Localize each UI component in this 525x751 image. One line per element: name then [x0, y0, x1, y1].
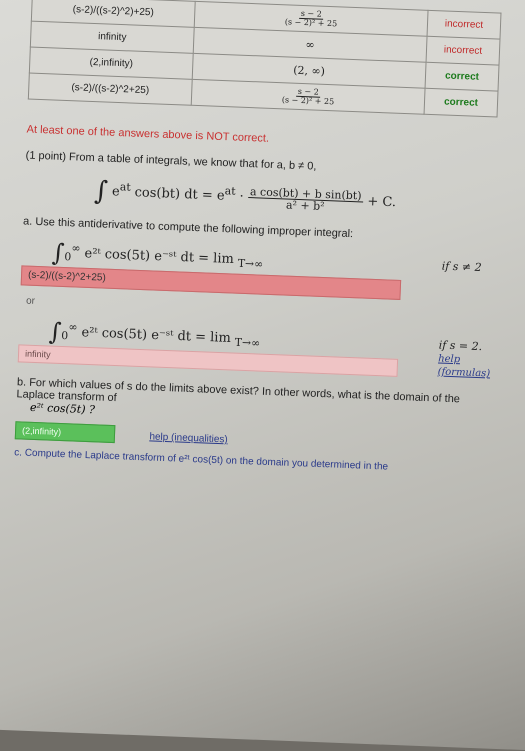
- integral-2-expression: e²ᵗ cos(5t) e⁻ˢᵗ dt = lim: [81, 325, 232, 346]
- integral-2-limit: T→∞: [234, 335, 261, 350]
- warning-message: At least one of the answers above is NOT…: [26, 123, 270, 145]
- integral-1-condition: if s ≠ 2: [441, 259, 482, 275]
- preview-denominator: (s − 2)² + 25: [281, 95, 335, 107]
- results-table: (s-2)/((s-2)^2)+25) s − 2 (s − 2)² + 25 inc…: [27, 0, 502, 118]
- formula-rhs: cos(bt) dt = e: [134, 185, 225, 204]
- result-badge: incorrect: [426, 36, 500, 66]
- integral-1-limit: T→∞: [237, 256, 264, 271]
- integral-2-condition-wrap: if s = 2. help (formulas): [437, 338, 491, 379]
- answer-input-3[interactable]: (2,infinity): [14, 421, 116, 444]
- integral-sign-icon: ∫: [48, 317, 62, 346]
- result-badge: correct: [425, 62, 499, 92]
- preview-fraction: s − 2 (s − 2)² + 25: [285, 9, 338, 28]
- integral-sign-icon: ∫: [51, 238, 66, 268]
- help-inequalities-link[interactable]: help (inequalities): [149, 432, 228, 446]
- integral-1-expression: e²ᵗ cos(5t) e⁻ˢᵗ dt = lim: [84, 246, 235, 268]
- preview-text: ∞: [305, 38, 315, 52]
- entered-answer: (s-2)/((s-2)^2+25): [28, 73, 193, 106]
- formula-tail: + C.: [367, 194, 397, 211]
- result-badge: incorrect: [427, 10, 501, 40]
- preview-denominator: (s − 2)² + 25: [284, 17, 338, 29]
- integral-sign-icon: ∫: [93, 176, 109, 207]
- preview-text: (2, ∞): [293, 63, 326, 78]
- problem-statement: (1 point) From a table of integrals, we …: [25, 149, 317, 173]
- result-badge: correct: [424, 88, 498, 118]
- formula-denominator: a² + b²: [285, 198, 325, 213]
- preview-fraction: s − 2 (s − 2)² + 25: [282, 87, 335, 106]
- help-formulas-link[interactable]: help (formulas): [437, 353, 490, 379]
- photo-stage: (s-2)/((s-2)^2)+25) s − 2 (s − 2)² + 25 inc…: [0, 0, 525, 751]
- integral-2-condition: if s = 2.: [438, 338, 483, 354]
- problem-content: (s-2)/((s-2)^2)+25) s − 2 (s − 2)² + 25 inc…: [14, 0, 502, 477]
- formula-fraction: a cos(bt) + b sin(bt) a² + b²: [247, 185, 364, 213]
- integral-formula: ∫ eat cos(bt) dt = eat · a cos(bt) + b s…: [93, 176, 397, 213]
